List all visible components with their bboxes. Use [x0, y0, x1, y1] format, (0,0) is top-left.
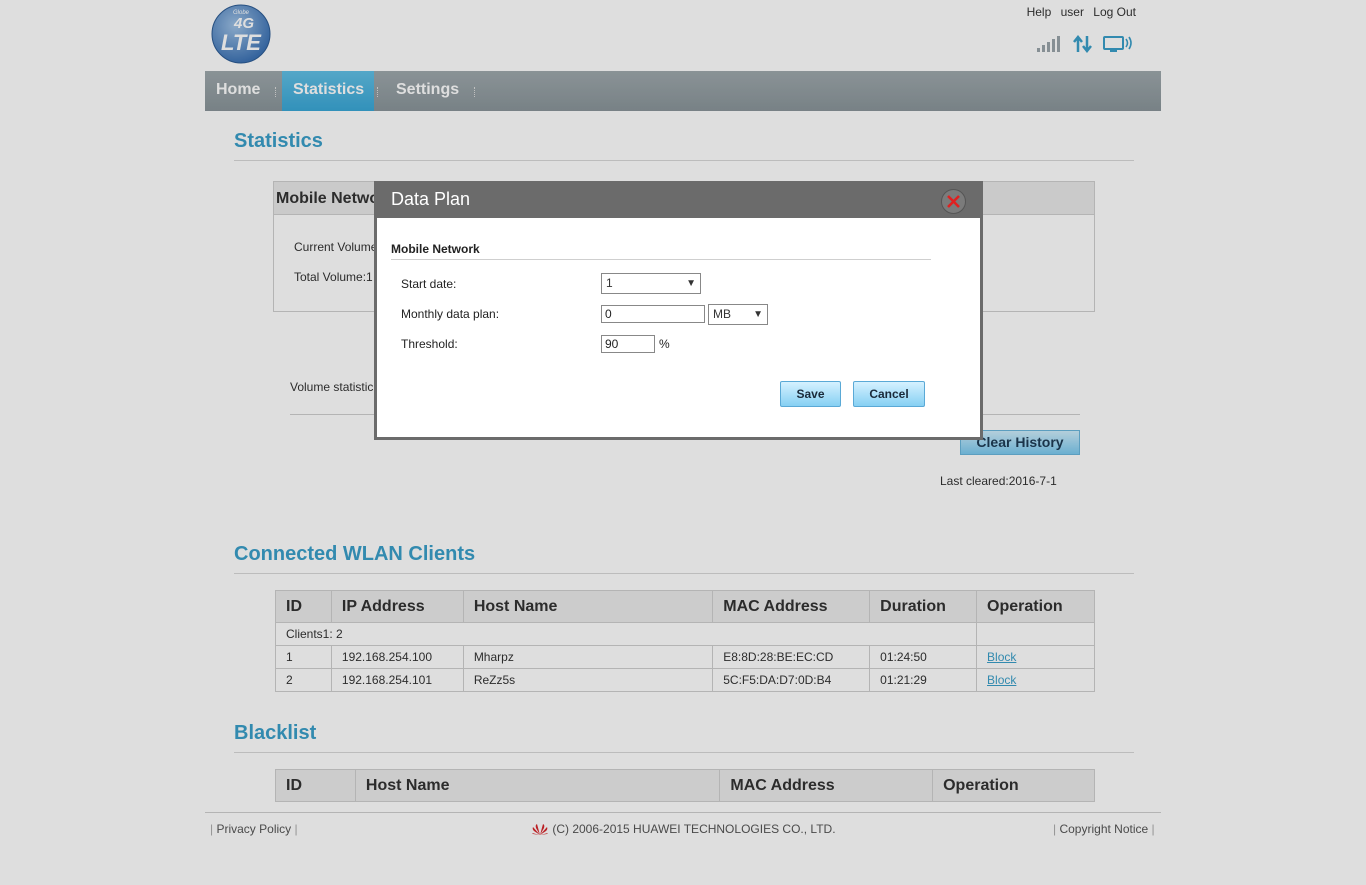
chevron-down-icon: ▼ [753, 309, 763, 320]
dialog-header: Data Plan [377, 184, 980, 218]
save-button[interactable]: Save [780, 381, 841, 407]
chevron-down-icon: ▼ [686, 278, 696, 289]
modal-overlay [0, 0, 1366, 885]
cancel-button[interactable]: Cancel [853, 381, 925, 407]
data-plan-dialog: Data Plan Mobile Network Start date: 1 ▼… [374, 181, 983, 440]
monthly-data-plan-label: Monthly data plan: [401, 307, 500, 321]
mobile-network-heading: Mobile Network [391, 242, 931, 260]
threshold-label: Threshold: [401, 337, 458, 351]
close-icon[interactable] [941, 189, 966, 214]
start-date-label: Start date: [401, 277, 457, 291]
threshold-input[interactable] [601, 335, 655, 353]
start-date-value: 1 [606, 276, 613, 290]
start-date-select[interactable]: 1 ▼ [601, 273, 701, 294]
percent-label: % [659, 337, 670, 351]
data-unit-value: MB [713, 307, 731, 321]
dialog-title: Data Plan [391, 189, 471, 209]
monthly-data-plan-input[interactable] [601, 305, 705, 323]
data-unit-select[interactable]: MB ▼ [708, 304, 768, 325]
